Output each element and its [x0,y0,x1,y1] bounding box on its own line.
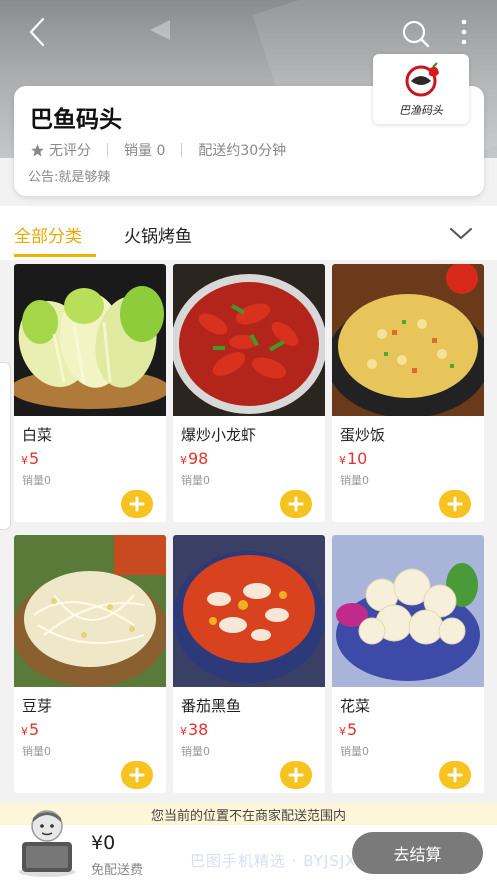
delivery-fee-label: 免配送费 [91,863,144,878]
product-grid: 白菜 ¥5 销量0 爆炒小龙虾 ¥98 销量0 蛋炒饭 ¥10 销量0 豆芽 ¥… [14,264,484,799]
more-options-button[interactable] [452,14,476,50]
store-sales: 销量 0 [124,143,166,159]
tab-hotpot-grilled-fish[interactable]: 火锅烤鱼 [124,222,192,247]
store-logo: 巴渔码头 [373,54,469,124]
search-button[interactable] [398,16,434,52]
product-price: ¥5 [339,720,358,739]
product-name: 爆炒小龙虾 [181,426,257,444]
chevron-down-icon [450,228,472,239]
add-to-cart-button[interactable] [439,490,471,518]
search-icon [402,20,430,48]
product-price: ¥5 [21,449,40,468]
product-sales: 销量0 [22,745,51,758]
cart-icon[interactable] [16,806,78,878]
product-image [332,535,484,687]
plus-icon [288,496,304,512]
product-image [173,535,325,687]
product-name: 蛋炒饭 [340,426,386,444]
product-sales: 销量0 [340,474,369,487]
plus-icon [288,767,304,783]
category-tabs: 全部分类 火锅烤鱼 [0,206,497,260]
product-image [332,264,484,416]
product-card[interactable]: 蛋炒饭 ¥10 销量0 [332,264,484,522]
chevron-left-icon [29,17,45,47]
add-to-cart-button[interactable] [280,490,312,518]
product-image [14,535,166,687]
store-rating: 无评分 [49,143,91,159]
product-sales: 销量0 [22,474,51,487]
product-sales: 销量0 [181,474,210,487]
product-price: ¥38 [180,720,209,739]
product-card[interactable]: 白菜 ¥5 销量0 [14,264,166,522]
product-image [14,264,166,416]
store-notice: 公告:就是够辣 [28,170,111,185]
side-drawer-handle[interactable] [0,362,11,530]
add-to-cart-button[interactable] [280,761,312,789]
product-card[interactable]: 爆炒小龙虾 ¥98 销量0 [173,264,325,522]
checkout-button[interactable]: 去结算 [352,832,483,874]
add-to-cart-button[interactable] [121,490,153,518]
store-meta: 无评分 销量 0 配送约30分钟 [30,140,286,160]
product-price: ¥10 [339,449,368,468]
product-name: 豆芽 [22,697,53,715]
product-card[interactable]: 番茄黑鱼 ¥38 销量0 [173,535,325,793]
back-button[interactable] [22,14,52,50]
product-price: ¥98 [180,449,209,468]
product-card[interactable]: 豆芽 ¥5 销量0 [14,535,166,793]
store-name: 巴鱼码头 [30,107,122,133]
logo-text: 巴渔码头 [399,104,444,117]
product-sales: 销量0 [340,745,369,758]
active-tab-indicator [14,254,96,257]
star-icon [30,143,45,158]
product-name: 花菜 [340,697,371,715]
divider [107,143,108,157]
product-price: ¥5 [21,720,40,739]
product-card[interactable]: 花菜 ¥5 销量0 [332,535,484,793]
product-sales: 销量0 [181,745,210,758]
product-name: 番茄黑鱼 [181,697,242,715]
add-to-cart-button[interactable] [439,761,471,789]
plus-icon [447,767,463,783]
plus-icon [129,496,145,512]
more-vertical-icon [461,19,467,45]
plus-icon [129,767,145,783]
cart-total: ¥0 [91,832,116,854]
tab-all-categories[interactable]: 全部分类 [14,222,82,247]
plus-icon [447,496,463,512]
add-to-cart-button[interactable] [121,761,153,789]
store-delivery-time: 配送约30分钟 [198,143,287,159]
product-image [173,264,325,416]
divider [181,143,183,157]
product-name: 白菜 [22,426,53,444]
tabs-expand-button[interactable] [446,222,476,246]
